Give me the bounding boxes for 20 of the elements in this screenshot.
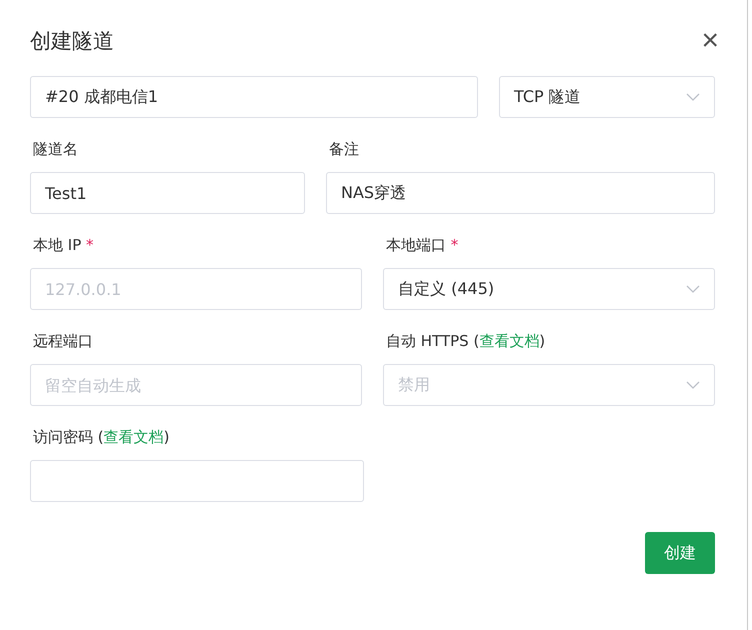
- input-field[interactable]: 127.0.0.1: [30, 268, 362, 310]
- input-field[interactable]: 留空自动生成: [30, 364, 362, 406]
- close-button[interactable]: ×: [701, 26, 719, 56]
- field-label: 备注: [329, 140, 360, 160]
- input-field[interactable]: NAS穿透: [326, 172, 715, 214]
- field-label: 访问密码 (查看文档): [33, 428, 170, 448]
- field-label: 隧道名: [33, 140, 79, 160]
- chevron-icon: [686, 93, 700, 101]
- input-field[interactable]: Test1: [30, 172, 305, 214]
- chevron-icon: [686, 285, 700, 293]
- field-label: 本地 IP *: [33, 236, 95, 256]
- select-field[interactable]: 自定义 (445): [383, 268, 715, 310]
- select-field[interactable]: TCP 隧道: [499, 76, 715, 118]
- input-field[interactable]: [30, 460, 364, 502]
- field-label: 自动 HTTPS (查看文档): [386, 332, 546, 352]
- dialog-title: 创建隧道: [30, 28, 114, 55]
- field-label: 远程端口: [33, 332, 94, 352]
- field-label: 本地端口 *: [386, 236, 460, 256]
- input-field[interactable]: #20 成都电信1: [30, 76, 478, 118]
- chevron-icon: [686, 381, 700, 389]
